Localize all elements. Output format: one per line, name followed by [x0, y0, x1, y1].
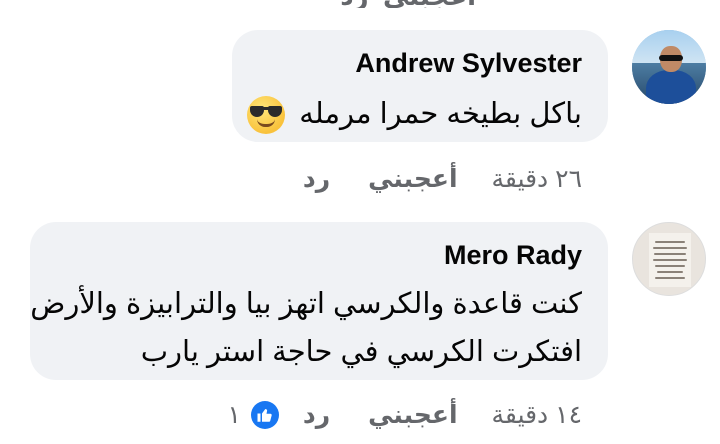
- like-button[interactable]: أعجبني: [368, 400, 457, 430]
- previous-comment-actions-cutoff: أعجبني رد: [340, 0, 476, 8]
- comment-text-line: كنت قاعدة والكرسي اتهز بيا والترابيزة وا…: [30, 288, 582, 320]
- comment-bubble: Andrew Sylvester باكل بطيخه حمرا مرمله: [232, 30, 608, 142]
- comment-author[interactable]: Mero Rady: [444, 240, 582, 271]
- comment-text: باكل بطيخه حمرا مرمله: [247, 90, 582, 138]
- comment-text-line: افتكرت الكرسي في حاجة استر يارب: [140, 336, 582, 368]
- comment-timestamp[interactable]: ٢٦ دقيقة: [492, 164, 582, 194]
- like-button[interactable]: أعجبني: [368, 164, 457, 194]
- avatar[interactable]: [632, 30, 706, 104]
- comment-author[interactable]: Andrew Sylvester: [355, 48, 582, 79]
- comment-timestamp[interactable]: ١٤ دقيقة: [492, 400, 582, 430]
- reply-button[interactable]: رد: [303, 164, 330, 194]
- comment-text: كنت قاعدة والكرسي اتهز بيا والترابيزة وا…: [30, 280, 582, 376]
- sunglasses-emoji-icon: [247, 96, 286, 135]
- thumbs-up-icon: [250, 401, 279, 429]
- comment-actions: ٢٦ دقيقة أعجبني رد: [303, 164, 582, 194]
- reply-button[interactable]: رد: [303, 400, 330, 430]
- reaction-summary[interactable]: ١: [227, 400, 279, 430]
- avatar[interactable]: [632, 222, 706, 296]
- comment-bubble: Mero Rady كنت قاعدة والكرسي اتهز بيا وال…: [30, 222, 608, 380]
- comment-actions: ١٤ دقيقة أعجبني رد ١: [227, 400, 582, 430]
- reaction-count: ١: [227, 401, 241, 429]
